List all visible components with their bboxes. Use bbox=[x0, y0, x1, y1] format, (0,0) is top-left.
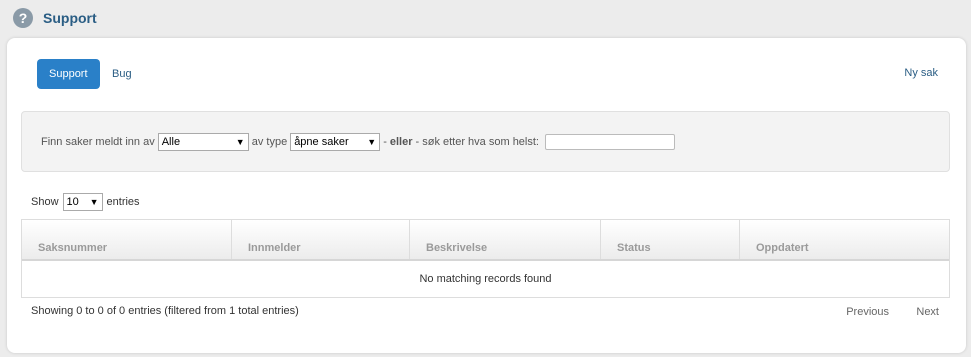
page-header: ? Support bbox=[13, 8, 97, 28]
page-title: Support bbox=[43, 10, 97, 26]
support-panel: Support Bug Ny sak Finn saker meldt inn … bbox=[7, 38, 966, 353]
column-header-saksnummer[interactable]: Saksnummer bbox=[22, 220, 232, 259]
cases-table: Saksnummer Innmelder Beskrivelse Status … bbox=[21, 219, 950, 298]
page-length-control: Show 10 ▼ entries bbox=[31, 193, 140, 211]
filter-bar: Finn saker meldt inn av Alle ▼ av type å… bbox=[21, 111, 950, 172]
chevron-down-icon: ▼ bbox=[89, 197, 99, 207]
table-info: Showing 0 to 0 of 0 entries (filtered fr… bbox=[31, 305, 299, 317]
column-header-innmelder[interactable]: Innmelder bbox=[232, 220, 410, 259]
search-input[interactable] bbox=[544, 133, 675, 150]
page-length-value: 10 bbox=[66, 196, 79, 208]
column-header-status[interactable]: Status bbox=[601, 220, 740, 259]
type-select-value: åpne saker bbox=[294, 135, 349, 148]
reporter-select[interactable]: Alle ▼ bbox=[157, 132, 249, 151]
question-circle-icon[interactable]: ? bbox=[13, 8, 33, 28]
entries-label: entries bbox=[106, 196, 140, 208]
chevron-down-icon: ▼ bbox=[367, 136, 377, 147]
new-case-link[interactable]: Ny sak bbox=[904, 67, 938, 79]
or-dash: - bbox=[383, 135, 387, 148]
show-label: Show bbox=[31, 196, 59, 208]
previous-page-button[interactable]: Previous bbox=[846, 306, 889, 318]
table-header: Saksnummer Innmelder Beskrivelse Status … bbox=[22, 220, 949, 261]
tab-bug[interactable]: Bug bbox=[100, 59, 144, 89]
tab-support[interactable]: Support bbox=[37, 59, 100, 89]
or-label: eller bbox=[389, 135, 413, 148]
column-header-beskrivelse[interactable]: Beskrivelse bbox=[410, 220, 601, 259]
empty-table-message: No matching records found bbox=[419, 273, 552, 285]
type-select[interactable]: åpne saker ▼ bbox=[290, 132, 381, 151]
reporter-select-value: Alle bbox=[161, 135, 181, 148]
search-label: - søk etter hva som helst: bbox=[415, 135, 539, 148]
page-length-select[interactable]: 10 ▼ bbox=[62, 193, 103, 211]
column-header-oppdatert[interactable]: Oppdatert bbox=[740, 220, 949, 259]
type-label: av type bbox=[251, 135, 288, 148]
chevron-down-icon: ▼ bbox=[235, 136, 245, 147]
filter-prefix-label: Finn saker meldt inn av bbox=[41, 135, 155, 148]
next-page-button[interactable]: Next bbox=[916, 306, 939, 318]
